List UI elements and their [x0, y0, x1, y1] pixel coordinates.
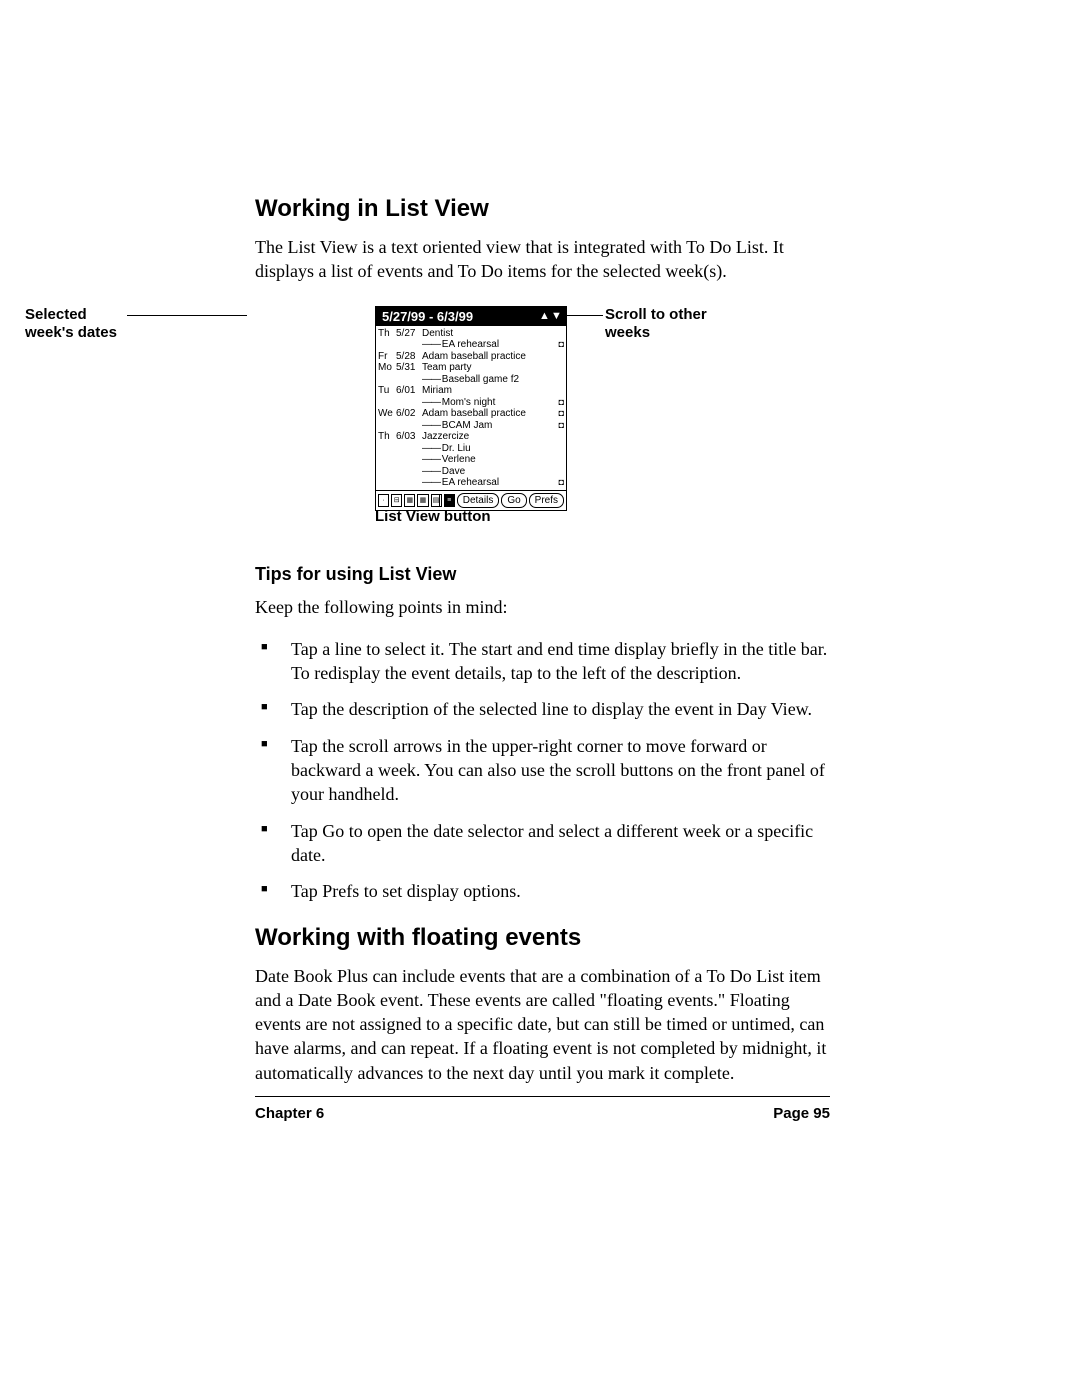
- list-item[interactable]: Mom's night◘: [378, 397, 564, 409]
- callout-selected-dates: Selected week's dates: [25, 306, 125, 344]
- list-item[interactable]: Th6/03Jazzercize: [378, 431, 564, 443]
- scroll-arrows[interactable]: ▲ ▼: [539, 311, 560, 322]
- details-button[interactable]: Details: [457, 493, 500, 508]
- callout-line-right: [565, 315, 603, 316]
- list-item[interactable]: Verlene: [378, 454, 564, 466]
- view-day-icon[interactable]: ·: [378, 494, 389, 507]
- go-button[interactable]: Go: [501, 493, 526, 508]
- tip-item: Tap the description of the selected line…: [255, 697, 830, 721]
- caption-pointer-line: [439, 494, 440, 506]
- tip-item: Tap Go to open the date selector and sel…: [255, 819, 830, 868]
- palm-device-screen: 5/27/99 - 6/3/99 ▲ ▼ Th5/27DentistEA reh…: [375, 306, 567, 511]
- list-item[interactable]: We6/02Adam baseball practice◘: [378, 408, 564, 420]
- list-item[interactable]: Th5/27Dentist: [378, 328, 564, 340]
- caption-list-view-button: List View button: [375, 508, 491, 525]
- view-week-icon[interactable]: ⊟: [391, 494, 402, 507]
- prefs-button[interactable]: Prefs: [529, 493, 564, 508]
- para-list-view-intro: The List View is a text oriented view th…: [255, 235, 830, 284]
- date-range-label: 5/27/99 - 6/3/99: [382, 309, 473, 324]
- device-title-bar: 5/27/99 - 6/3/99 ▲ ▼: [376, 307, 566, 326]
- list-item[interactable]: EA rehearsal◘: [378, 339, 564, 351]
- callout-line-left: [127, 315, 247, 316]
- heading-tips: Tips for using List View: [255, 564, 830, 585]
- device-toolbar: · ⊟ ▦ ▦ ▤ ≡ Details Go Prefs: [376, 490, 566, 510]
- arrow-down-icon[interactable]: ▼: [551, 311, 560, 322]
- list-item[interactable]: Fr5/28Adam baseball practice: [378, 351, 564, 363]
- document-page: Working in List View The List View is a …: [0, 0, 1080, 1397]
- view-list-icon[interactable]: ≡: [444, 494, 455, 507]
- view-month-icon[interactable]: ▦: [404, 494, 415, 507]
- list-item[interactable]: BCAM Jam◘: [378, 420, 564, 432]
- page-footer: Chapter 6 Page 95: [255, 1096, 830, 1122]
- heading-floating-events: Working with floating events: [255, 924, 830, 952]
- tips-list: Tap a line to select it. The start and e…: [255, 637, 830, 904]
- view-year-icon[interactable]: ▦: [417, 494, 428, 507]
- list-item[interactable]: Dave: [378, 466, 564, 478]
- heading-list-view: Working in List View: [255, 195, 830, 223]
- list-item[interactable]: Dr. Liu: [378, 443, 564, 455]
- tip-item: Tap Prefs to set display options.: [255, 879, 830, 903]
- footer-chapter: Chapter 6: [255, 1105, 324, 1122]
- list-item[interactable]: Mo5/31Team party: [378, 362, 564, 374]
- figure-list-view: Selected week's dates Scroll to other we…: [255, 306, 830, 536]
- list-item[interactable]: Baseball game f2: [378, 374, 564, 386]
- callout-scroll-weeks: Scroll to other weeks: [605, 306, 745, 344]
- arrow-up-icon[interactable]: ▲: [539, 311, 548, 322]
- event-list[interactable]: Th5/27DentistEA rehearsal◘Fr5/28Adam bas…: [376, 326, 566, 490]
- tip-item: Tap the scroll arrows in the upper-right…: [255, 734, 830, 807]
- tip-item: Tap a line to select it. The start and e…: [255, 637, 830, 686]
- para-tips-intro: Keep the following points in mind:: [255, 595, 830, 619]
- list-item[interactable]: EA rehearsal◘: [378, 477, 564, 489]
- para-floating-events: Date Book Plus can include events that a…: [255, 964, 830, 1085]
- list-item[interactable]: Tu6/01Miriam: [378, 385, 564, 397]
- footer-page: Page 95: [773, 1105, 830, 1122]
